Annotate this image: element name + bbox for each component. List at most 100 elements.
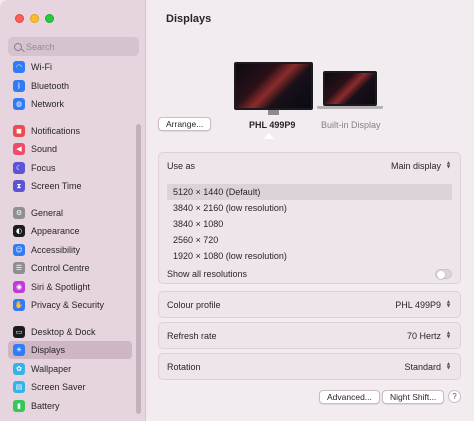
system-settings-window: ◠ Wi-Fi ᛒ Bluetooth ◍ Network ◼ Notifications ◀ S… bbox=[0, 0, 474, 421]
refresh-rate-value: 70 Hertz bbox=[406, 330, 441, 341]
minimize-button[interactable] bbox=[30, 14, 39, 23]
laptop-base bbox=[317, 106, 383, 109]
sidebar-item-appearance[interactable]: ◐ Appearance bbox=[8, 222, 132, 240]
sidebar-item-label: Wallpaper bbox=[31, 363, 72, 374]
refresh-rate-panel: Refresh rate 70 Hertz ▲ ▼ bbox=[158, 322, 461, 349]
close-button[interactable] bbox=[15, 14, 24, 23]
display-label-builtin[interactable]: Built-in Display bbox=[321, 120, 381, 130]
sidebar-item-control-centre[interactable]: ☰ Control Centre bbox=[8, 259, 132, 277]
sidebar-item-sound[interactable]: ◀ Sound bbox=[8, 140, 132, 158]
sidebar-item-accessibility[interactable]: ☺ Accessibility bbox=[8, 241, 132, 259]
sidebar-item-displays[interactable]: ☀ Displays bbox=[8, 341, 132, 359]
wallpaper-icon: ✿ bbox=[13, 362, 25, 375]
bluetooth-icon: ᛒ bbox=[13, 79, 25, 92]
sidebar-item-wi-fi[interactable]: ◠ Wi-Fi bbox=[8, 58, 132, 76]
show-all-resolutions-row: Show all resolutions bbox=[159, 265, 460, 283]
sidebar-item-label: Desktop & Dock bbox=[31, 326, 96, 337]
screen-saver-icon: ▤ bbox=[13, 381, 25, 393]
desktop-dock-icon: ▭ bbox=[13, 325, 25, 338]
external-monitor-thumbnail[interactable] bbox=[234, 62, 313, 115]
resolution-panel: Use as Main display ▲ ▼ 5120 × 1440 (Defa… bbox=[158, 152, 461, 284]
selected-display-indicator bbox=[264, 133, 274, 139]
accessibility-icon: ☺ bbox=[13, 243, 25, 256]
chevron-updown-icon: ▲ ▼ bbox=[446, 299, 451, 309]
sidebar-item-label: Displays bbox=[31, 345, 66, 355]
resolution-option[interactable]: 1920 × 1080 (low resolution) bbox=[167, 248, 452, 264]
zoom-button[interactable] bbox=[45, 14, 54, 23]
control-centre-icon: ☰ bbox=[13, 262, 25, 274]
sidebar: ◠ Wi-Fi ᛒ Bluetooth ◍ Network ◼ Notifications ◀ S… bbox=[0, 0, 146, 421]
show-all-resolutions-toggle[interactable] bbox=[435, 269, 452, 279]
resolution-list: 5120 × 1440 (Default) 3840 × 2160 (low re… bbox=[167, 184, 452, 264]
colour-profile-panel: Colour profile PHL 499P9 ▲ ▼ bbox=[158, 291, 461, 318]
sidebar-item-screen-time[interactable]: ⧗ Screen Time bbox=[8, 177, 132, 195]
sidebar-item-label: Bluetooth bbox=[31, 80, 70, 91]
search-field[interactable] bbox=[8, 37, 139, 56]
appearance-icon: ◐ bbox=[13, 225, 25, 237]
sidebar-item-battery[interactable]: ▮ Battery bbox=[8, 397, 132, 415]
sidebar-item-label: Notifications bbox=[31, 125, 81, 136]
colour-profile-popup[interactable]: PHL 499P9 ▲ ▼ bbox=[395, 300, 452, 310]
sidebar-item-label: Screen Saver bbox=[31, 382, 86, 392]
use-as-popup[interactable]: Main display ▲ ▼ bbox=[391, 161, 452, 171]
resolution-option[interactable]: 3840 × 2160 (low resolution) bbox=[167, 200, 452, 216]
siri-icon: ◉ bbox=[13, 280, 25, 293]
general-icon: ⚙ bbox=[13, 206, 25, 219]
chevron-updown-icon: ▲ ▼ bbox=[446, 361, 451, 371]
sound-icon: ◀ bbox=[13, 143, 25, 155]
builtin-display-thumbnail[interactable] bbox=[323, 71, 377, 106]
search-input[interactable] bbox=[26, 41, 126, 52]
sidebar-item-privacy-security[interactable]: ✋ Privacy & Security bbox=[8, 296, 132, 314]
sidebar-item-screen-saver[interactable]: ▤ Screen Saver bbox=[8, 378, 132, 396]
sidebar-item-wallpaper[interactable]: ✿ Wallpaper bbox=[8, 360, 132, 378]
chevron-updown-icon: ▲ ▼ bbox=[446, 330, 451, 340]
sidebar-item-focus[interactable]: ☾ Focus bbox=[8, 159, 132, 177]
sidebar-item-general[interactable]: ⚙ General bbox=[8, 204, 132, 222]
colour-profile-value: PHL 499P9 bbox=[395, 299, 441, 310]
sidebar-item-label: Network bbox=[31, 99, 65, 109]
use-as-label: Use as bbox=[167, 161, 196, 171]
display-label-phl[interactable]: PHL 499P9 bbox=[249, 120, 295, 130]
resolution-option[interactable]: 3840 × 1080 bbox=[167, 216, 452, 232]
sidebar-item-label: Accessibility bbox=[31, 244, 81, 255]
sidebar-item-label: Focus bbox=[31, 162, 56, 173]
advanced-button[interactable]: Advanced... bbox=[319, 390, 380, 404]
arrange-button[interactable]: Arrange... bbox=[158, 117, 212, 131]
night-shift-button[interactable]: Night Shift... bbox=[382, 390, 445, 404]
sidebar-item-desktop-dock[interactable]: ▭ Desktop & Dock bbox=[8, 323, 132, 341]
sidebar-item-label: Control Centre bbox=[31, 263, 90, 273]
sidebar-item-notifications[interactable]: ◼ Notifications bbox=[8, 122, 132, 140]
sidebar-item-network[interactable]: ◍ Network bbox=[8, 95, 132, 113]
sidebar-item-siri-spotlight[interactable]: ◉ Siri & Spotlight bbox=[8, 278, 132, 296]
sidebar-item-label: Battery bbox=[31, 400, 60, 411]
resolution-option[interactable]: 5120 × 1440 (Default) bbox=[167, 184, 452, 200]
focus-icon: ☾ bbox=[13, 161, 25, 174]
sidebar-scrollbar[interactable] bbox=[136, 124, 141, 414]
refresh-rate-label: Refresh rate bbox=[167, 330, 217, 341]
refresh-rate-popup[interactable]: 70 Hertz ▲ ▼ bbox=[407, 331, 452, 341]
rotation-popup[interactable]: Standard ▲ ▼ bbox=[404, 362, 452, 372]
resolution-option[interactable]: 2560 × 720 bbox=[167, 232, 452, 248]
show-all-resolutions-label: Show all resolutions bbox=[167, 269, 248, 279]
colour-profile-label: Colour profile bbox=[167, 299, 221, 310]
sidebar-item-label: Sound bbox=[31, 144, 58, 154]
sidebar-item-bluetooth[interactable]: ᛒ Bluetooth bbox=[8, 77, 132, 95]
rotation-value: Standard bbox=[404, 361, 441, 372]
sidebar-item-label: Privacy & Security bbox=[31, 300, 105, 310]
sidebar-item-label: Appearance bbox=[31, 226, 80, 236]
displays-pane: Displays Arrange... PHL 499P9 Built-in D… bbox=[147, 0, 474, 421]
notifications-icon: ◼ bbox=[13, 124, 25, 137]
network-icon: ◍ bbox=[13, 98, 25, 110]
displays-icon: ☀ bbox=[13, 344, 25, 356]
sidebar-item-label: Wi-Fi bbox=[31, 62, 52, 72]
wifi-icon: ◠ bbox=[13, 61, 25, 73]
search-icon bbox=[14, 42, 22, 51]
rotation-panel: Rotation Standard ▲ ▼ bbox=[158, 353, 461, 380]
help-button[interactable]: ? bbox=[448, 390, 461, 403]
use-as-row: Use as Main display ▲ ▼ bbox=[159, 153, 460, 179]
chevron-updown-icon: ▲ ▼ bbox=[446, 161, 451, 170]
window-controls bbox=[15, 14, 54, 23]
privacy-icon: ✋ bbox=[13, 299, 25, 311]
use-as-value: Main display bbox=[390, 161, 441, 171]
